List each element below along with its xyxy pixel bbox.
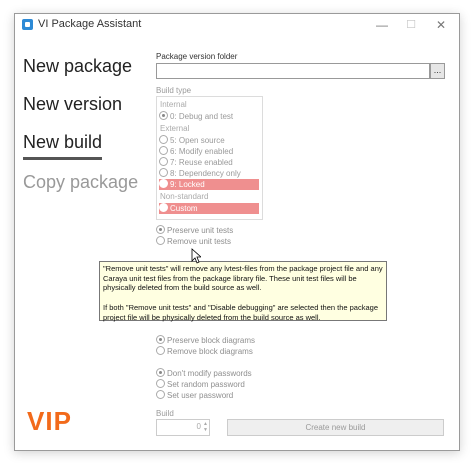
group-internal-label: Internal [160, 100, 187, 109]
minimize-button[interactable]: — [367, 16, 397, 34]
remove-unit-tests-tooltip: "Remove unit tests" will remove any lvte… [99, 261, 387, 322]
app-window: VI Package Assistant — ☐ ✕ New package N… [14, 13, 460, 451]
preserve-unit-tests-radio[interactable]: Preserve unit tests [156, 225, 233, 236]
nav-new-package[interactable]: New package [23, 56, 132, 77]
title-bar[interactable]: VI Package Assistant — ☐ ✕ [15, 14, 459, 36]
tooltip-paragraph: If both "Remove unit tests" and "Disable… [103, 302, 378, 322]
build-type-list: Internal 0: Debug and test External 5: O… [156, 96, 263, 220]
set-user-password-radio[interactable]: Set user password [156, 390, 233, 401]
close-button[interactable]: ✕ [426, 16, 456, 34]
group-non-standard-label: Non-standard [160, 192, 209, 201]
maximize-button[interactable]: ☐ [396, 16, 426, 34]
radio-icon [156, 346, 165, 355]
radio-icon [159, 146, 168, 155]
package-folder-input[interactable] [156, 63, 430, 79]
build-option-reuse-enabled[interactable]: 7: Reuse enabled [159, 157, 259, 168]
chevron-down-icon[interactable]: ▼ [203, 427, 208, 433]
mouse-cursor-icon [191, 248, 201, 264]
package-folder-label: Package version folder [156, 52, 238, 61]
radio-icon [156, 236, 165, 245]
radio-icon [159, 111, 168, 120]
build-option-locked[interactable]: 9: Locked [159, 179, 259, 190]
radio-icon [159, 157, 168, 166]
nav-active-underline [23, 157, 102, 160]
nav-new-build[interactable]: New build [23, 132, 102, 153]
app-icon [22, 19, 33, 30]
browse-button[interactable]: ... [430, 63, 445, 79]
radio-icon [156, 390, 165, 399]
build-option-debug-test[interactable]: 0: Debug and test [159, 111, 259, 122]
build-option-open-source[interactable]: 5: Open source [159, 135, 259, 146]
vip-logo: VIP [27, 406, 72, 436]
radio-icon [156, 379, 165, 388]
radio-icon [156, 368, 165, 377]
set-random-password-radio[interactable]: Set random password [156, 379, 245, 390]
radio-icon [156, 225, 165, 234]
build-number-value: 0 [196, 422, 201, 431]
group-external-label: External [160, 124, 190, 133]
remove-block-diagrams-radio[interactable]: Remove block diagrams [156, 346, 253, 357]
remove-unit-tests-radio[interactable]: Remove unit tests [156, 236, 231, 247]
build-option-custom[interactable]: Custom [159, 203, 259, 214]
build-label: Build [156, 409, 174, 418]
window-title: VI Package Assistant [38, 18, 142, 30]
build-number-stepper[interactable]: 0 ▲ ▼ [156, 419, 210, 436]
nav-new-version[interactable]: New version [23, 94, 122, 115]
radio-icon [159, 168, 168, 177]
build-option-modify-enabled[interactable]: 6: Modify enabled [159, 146, 259, 157]
nav-copy-package[interactable]: Copy package [23, 172, 138, 193]
preserve-block-diagrams-radio[interactable]: Preserve block diagrams [156, 335, 255, 346]
create-new-build-button[interactable]: Create new build [227, 419, 444, 436]
radio-icon [156, 335, 165, 344]
dont-modify-passwords-radio[interactable]: Don't modify passwords [156, 368, 252, 379]
tooltip-paragraph: "Remove unit tests" will remove any lvte… [103, 264, 383, 293]
build-option-dependency-only[interactable]: 8: Dependency only [159, 168, 259, 179]
radio-icon [159, 203, 168, 212]
radio-icon [159, 179, 168, 188]
build-type-label: Build type [156, 86, 192, 95]
radio-icon [159, 135, 168, 144]
